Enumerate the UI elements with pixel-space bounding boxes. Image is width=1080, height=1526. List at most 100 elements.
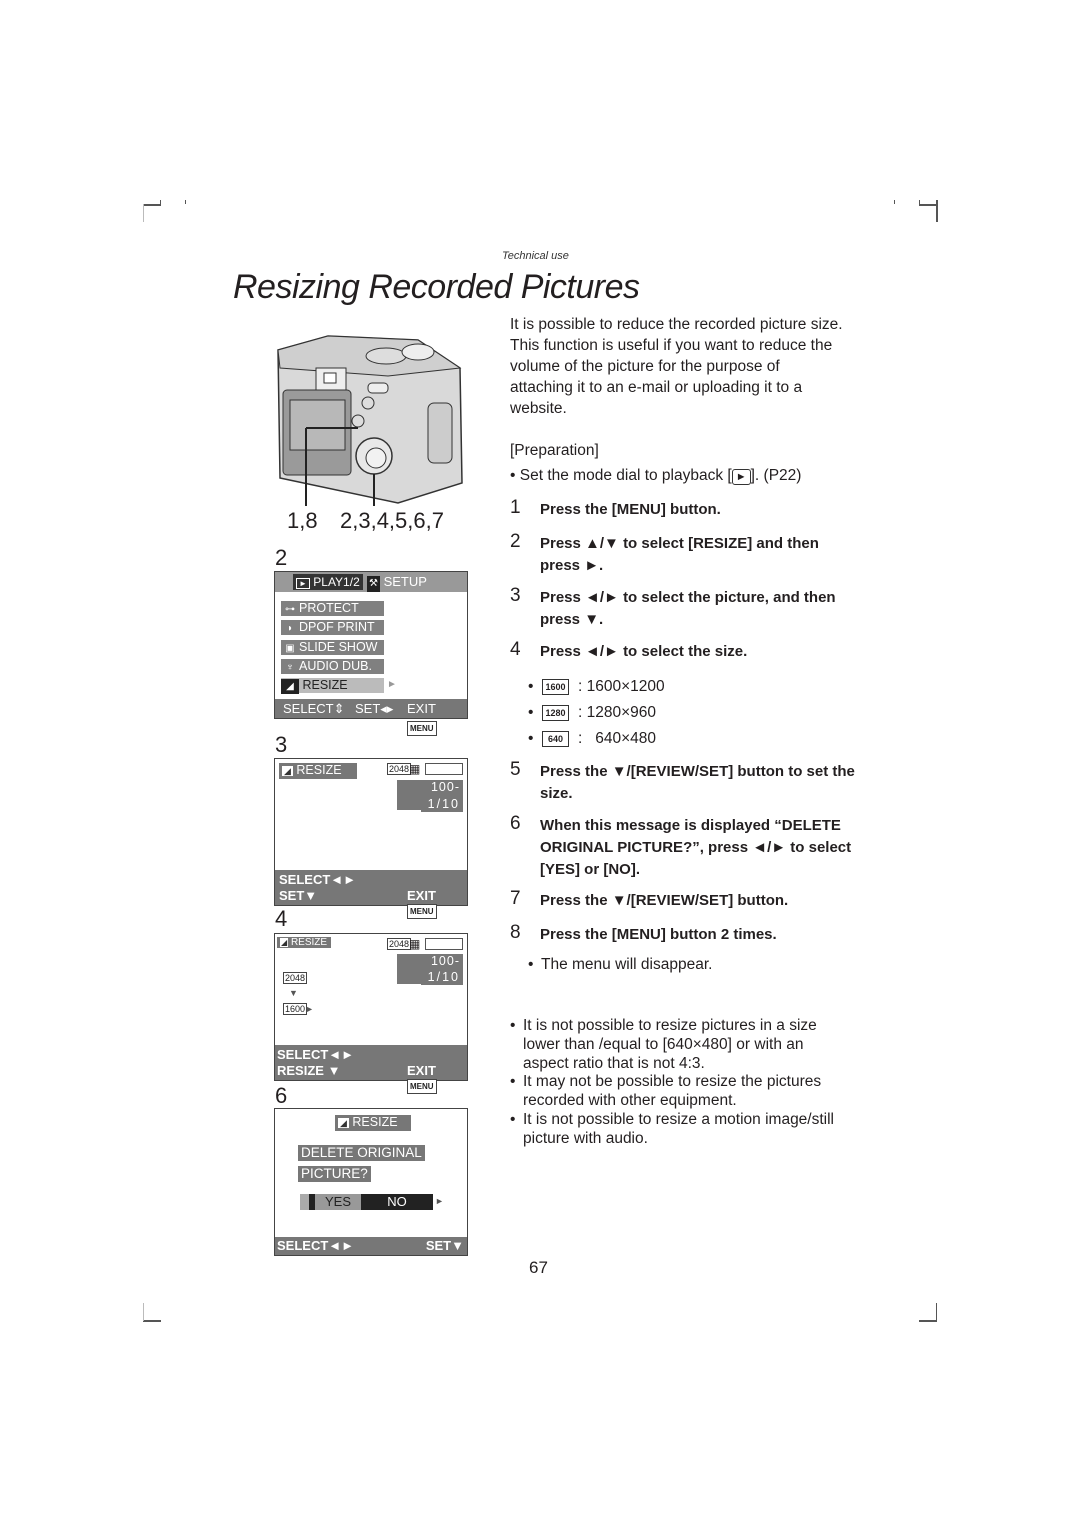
quality-icon: ▦ (409, 762, 421, 776)
footer-select: SELECT◄► (277, 1047, 355, 1062)
note-text: It may not be possible to resize the pic… (523, 1073, 822, 1109)
menu-badge: MENU (407, 904, 437, 920)
size-badge: 640 (542, 731, 569, 747)
note-text: It is not possible to resize a motion im… (523, 1111, 834, 1147)
microphone-icon: ♆ (286, 662, 294, 673)
resize-title: ◢ RESIZE (277, 937, 331, 948)
resize-icon: ◢ (282, 766, 293, 776)
new-size-badge[interactable]: 1600 (283, 1003, 308, 1015)
quality-icon: ▦ (409, 937, 421, 951)
bullet-dot: • (528, 956, 534, 973)
note-text: The menu will disappear. (541, 956, 713, 973)
crop-mark (143, 204, 161, 206)
bullet-dot: • (510, 1073, 516, 1090)
callout-dial-label: 2,3,4,5,6,7 (340, 508, 444, 533)
step-number: 7 (510, 888, 521, 909)
resize-title-label: RESIZE (352, 1115, 398, 1129)
footer-set: SET (355, 701, 381, 716)
up-down-icon: ⇕ (333, 701, 345, 716)
preparation-ref: ]. (P22) (750, 467, 802, 484)
menu-item-slide-show[interactable]: ▣ SLIDE SHOW (281, 640, 384, 655)
size-badge: 2048 (387, 763, 412, 775)
screen-2-label: 2 (275, 545, 288, 570)
resize-title-label: RESIZE (296, 763, 342, 777)
menu-badge: MENU (407, 1079, 437, 1095)
original-size-badge: 2048 (283, 972, 308, 984)
resize-icon: ◢ (280, 938, 289, 947)
bullet-dot: • (528, 730, 534, 747)
camera-illustration (268, 328, 468, 508)
bullet-dot: • (528, 704, 534, 721)
bullet-dot: • (510, 467, 516, 484)
submenu-arrow-icon: ► (387, 679, 397, 690)
setup-icon: ⚒ (367, 576, 380, 592)
key-icon: ⊶ (285, 604, 295, 615)
crop-mark (143, 204, 144, 222)
step-number: 5 (510, 759, 521, 780)
step-number: 8 (510, 922, 521, 943)
crop-mark (894, 200, 895, 204)
size-badge: 2048 (387, 938, 412, 950)
screen-2-menu: ► PLAY1/2 ⚒ SETUP ⊶ PROTECT ◗ DPOF PRINT ▣… (274, 571, 468, 737)
delete-message-line2: PICTURE? (298, 1166, 371, 1182)
screen-6-label: 6 (275, 1083, 288, 1108)
bullet-dot: • (528, 678, 534, 695)
menu-item-resize[interactable]: ◢ RESIZE (281, 678, 384, 694)
dpof-icon: ◗ (286, 623, 294, 634)
size-badge: 1280 (542, 705, 569, 721)
tab-setup[interactable]: ⚒ SETUP (367, 574, 427, 592)
delete-message-line1: DELETE ORIGINAL (298, 1145, 425, 1161)
screen-6-delete-confirm: ◢ RESIZE DELETE ORIGINAL PICTURE? YES NO… (274, 1108, 468, 1256)
footer-resize: RESIZE ▼ (277, 1063, 341, 1078)
footer-exit: EXIT (407, 701, 436, 716)
size-option-640: • 640 : 640×480 (528, 730, 656, 752)
footer-select: SELECT (283, 701, 334, 716)
menu-item-protect[interactable]: ⊶ PROTECT (281, 601, 384, 616)
picture-counter: 1/10 (421, 970, 463, 985)
play-icon: ► (731, 469, 751, 485)
step-text: Press the [MENU] button 2 times. (540, 926, 777, 943)
bullet-dot: • (510, 1111, 516, 1128)
size-option-1280: • 1280 : 1280×960 (528, 704, 656, 726)
bullet-dot: • (510, 1017, 516, 1034)
yes-option[interactable]: YES (315, 1194, 361, 1210)
menu-item-label: SLIDE SHOW (299, 640, 378, 654)
step-text: When this message is displayed “DELETE O… (540, 817, 852, 878)
page-number: 67 (529, 1258, 548, 1277)
size-label: : 1280×960 (578, 704, 657, 721)
crop-mark (143, 1303, 144, 1321)
crop-mark (936, 1303, 937, 1321)
menu-item-label: RESIZE (302, 678, 348, 692)
size-label: : 640×480 (578, 730, 656, 747)
menu-item-dpof-print[interactable]: ◗ DPOF PRINT (281, 620, 384, 635)
page-title: Resizing Recorded Pictures (233, 268, 640, 306)
step-text: Press ▲/▼ to select [RESIZE] and then pr… (540, 535, 819, 574)
right-arrow-icon: ► (305, 1004, 314, 1014)
step-number: 1 (510, 497, 521, 518)
screen-4-select-size: ◢ RESIZE 2048 ▦ 100-0001 1/10 2048 ▼ 160… (274, 933, 468, 1095)
picture-counter: 1/10 (421, 797, 463, 812)
intro-paragraph: It is possible to reduce the recorded pi… (510, 316, 843, 417)
step-number: 3 (510, 585, 521, 606)
no-option[interactable]: NO (362, 1194, 432, 1210)
right-arrow-icon: ► (435, 1196, 444, 1206)
slideshow-icon: ▣ (285, 643, 295, 654)
menu-item-label: PROTECT (299, 601, 359, 615)
preparation-text: Set the mode dial to playback [ (519, 467, 732, 484)
menu-item-audio-dub[interactable]: ♆ AUDIO DUB. (281, 659, 384, 674)
menu-badge: MENU (407, 721, 437, 737)
step-text: Press the ▼/[REVIEW/SET] button to set t… (540, 763, 855, 802)
tab-play[interactable]: ► PLAY1/2 (293, 574, 363, 590)
left-right-icon: ◂▸ (380, 701, 394, 716)
callout-menu-label: 1,8 (287, 508, 318, 533)
resize-title: ◢ RESIZE (279, 763, 357, 779)
preparation-heading: [Preparation] (510, 442, 599, 459)
play-icon: ► (296, 578, 310, 589)
step-text: Press ◄/► to select the size. (540, 643, 748, 660)
step-text: Press the ▼/[REVIEW/SET] button. (540, 892, 789, 909)
crop-mark (143, 1320, 161, 1322)
footer-set: SET▼ (425, 1238, 464, 1253)
resize-title-label: RESIZE (290, 937, 328, 948)
resize-icon: ◢ (338, 1118, 349, 1128)
crop-mark (919, 200, 920, 205)
